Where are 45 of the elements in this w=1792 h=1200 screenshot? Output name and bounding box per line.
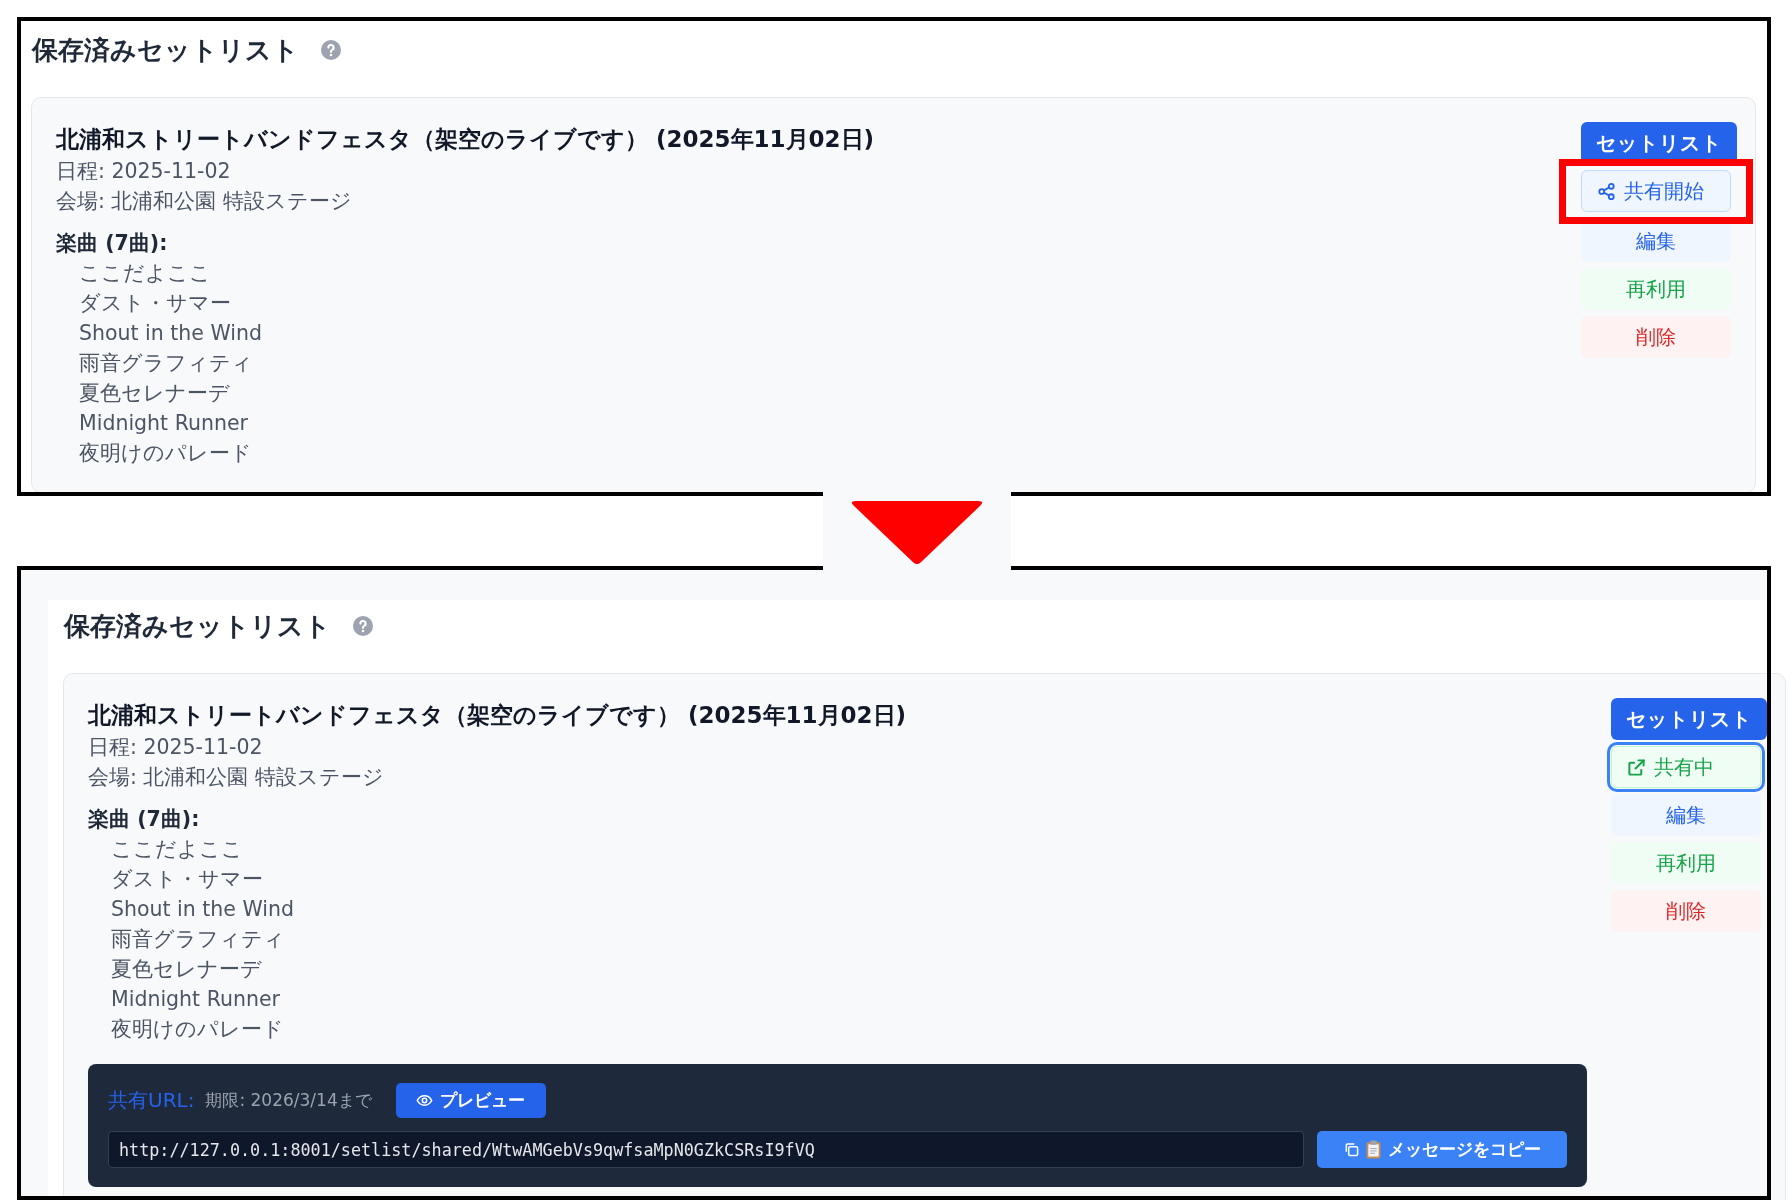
- song-item: Midnight Runner: [79, 410, 248, 437]
- share-url-label: 共有URL:: [108, 1087, 195, 1114]
- date-text: 日程: 2025-11-02: [88, 734, 263, 761]
- venue-text: 会場: 北浦和公園 特設ステージ: [56, 188, 352, 215]
- share-url-field[interactable]: http://127.0.0.1:8001/setlist/shared/WtwAMGebVs9qwfsaMpN0GZkCSRsI9fVQ: [108, 1131, 1304, 1168]
- songs-label: 楽曲 (7曲):: [88, 806, 200, 833]
- song-item: ダスト・サマー: [111, 866, 263, 893]
- delete-button[interactable]: 削除: [1581, 316, 1731, 358]
- song-item: ここだよここ: [79, 260, 211, 287]
- venue-text: 会場: 北浦和公園 特設ステージ: [88, 764, 384, 791]
- date-text: 日程: 2025-11-02: [56, 158, 231, 185]
- share-icon: [1597, 181, 1616, 201]
- setlist-button[interactable]: セットリスト: [1611, 698, 1767, 740]
- setlist-button[interactable]: セットリスト: [1581, 122, 1737, 159]
- song-item: 夏色セレナーデ: [79, 380, 230, 407]
- song-item: 雨音グラフィティ: [111, 926, 285, 953]
- expiry-text: 期限: 2026/3/14まで: [205, 1089, 372, 1112]
- song-item: 夜明けのパレード: [79, 440, 252, 467]
- delete-button[interactable]: 削除: [1611, 890, 1761, 932]
- song-item: ここだよここ: [111, 836, 243, 863]
- song-item: Midnight Runner: [111, 986, 280, 1013]
- reuse-button[interactable]: 再利用: [1581, 268, 1731, 310]
- setlist-title: 北浦和ストリートバンドフェスタ（架空のライブです） (2025年11月02日): [88, 701, 907, 730]
- copy-message-button[interactable]: メッセージをコピー: [1317, 1131, 1567, 1168]
- song-item: ダスト・サマー: [79, 290, 231, 317]
- song-item: 夜明けのパレード: [111, 1016, 284, 1043]
- share-button[interactable]: 共有開始: [1581, 170, 1731, 212]
- copy-icon: [1343, 1142, 1359, 1157]
- eye-icon: [416, 1092, 434, 1109]
- preview-button[interactable]: プレビュー: [395, 1083, 546, 1118]
- song-item: 夏色セレナーデ: [111, 956, 262, 983]
- setlist-title: 北浦和ストリートバンドフェスタ（架空のライブです） (2025年11月02日): [56, 125, 875, 154]
- help-icon[interactable]: [321, 40, 341, 60]
- edit-button[interactable]: 編集: [1611, 794, 1761, 836]
- edit-button[interactable]: 編集: [1581, 224, 1731, 262]
- song-item: Shout in the Wind: [79, 320, 262, 347]
- section-heading: 保存済みセットリスト: [64, 610, 331, 643]
- help-icon[interactable]: [353, 616, 373, 636]
- songs-label: 楽曲 (7曲):: [56, 230, 168, 257]
- song-item: Shout in the Wind: [111, 896, 294, 923]
- section-heading: 保存済みセットリスト: [32, 34, 299, 67]
- external-link-icon: [1627, 757, 1646, 777]
- reuse-button[interactable]: 再利用: [1611, 842, 1761, 884]
- song-item: 雨音グラフィティ: [79, 350, 253, 377]
- clipboard-icon: [1365, 1140, 1381, 1159]
